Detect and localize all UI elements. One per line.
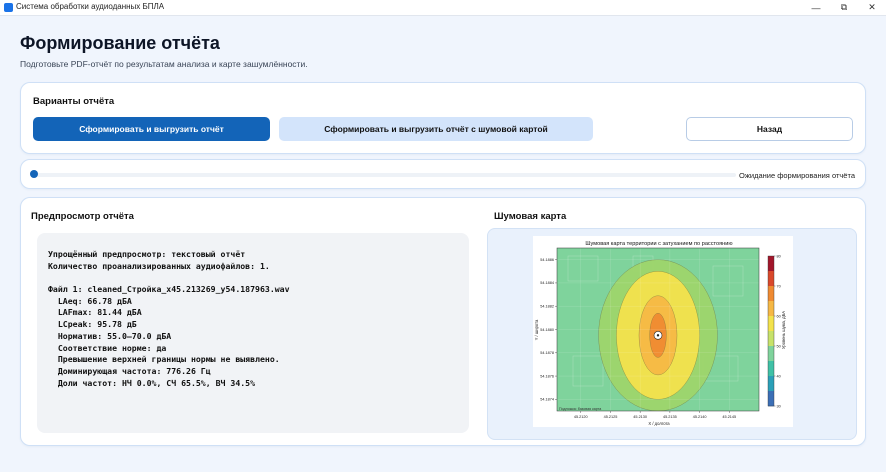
noise-map-image: Шумовая карта территории с затуханием по…: [533, 236, 793, 427]
close-button[interactable]: ✕: [858, 0, 886, 15]
progress-bar: [31, 173, 736, 177]
page-title: Формирование отчёта: [20, 33, 220, 53]
noise-map-chart-title: Шумовая карта территории с затуханием по…: [585, 241, 732, 247]
colorbar-tick-label: 70: [777, 284, 781, 288]
colorbar-tick-label: 30: [777, 404, 781, 408]
noise-source-center: [656, 334, 660, 337]
y-tick-label: 54.1884: [540, 281, 554, 285]
progress-indicator: [30, 170, 38, 178]
report-preview-text: Упрощённый предпросмотр: текстовый отчёт…: [48, 249, 468, 389]
preview-line: LCpeak: 95.78 дБ: [48, 319, 137, 330]
minimize-button[interactable]: —: [802, 0, 830, 15]
y-tick-label: 54.1880: [540, 328, 554, 332]
colorbar-segment: [768, 271, 774, 287]
export-report-with-map-button[interactable]: Сформировать и выгрузить отчёт с шумовой…: [279, 117, 593, 141]
noise-map-chart: Шумовая карта территории с затуханием по…: [534, 241, 786, 426]
y-axis-label: Y / широта: [534, 319, 539, 340]
window-titlebar: Система обработки аудиоданных БПЛА — ⧉ ✕: [0, 0, 886, 16]
x-tick-label: 45.2130: [633, 415, 647, 419]
x-tick-label: 45.2120: [574, 415, 588, 419]
preview-title: Предпросмотр отчёта: [31, 211, 134, 222]
colorbar-segment: [768, 256, 774, 272]
noise-map-title: Шумовая карта: [494, 211, 567, 222]
colorbar-segment: [768, 361, 774, 377]
y-tick-label: 54.1882: [540, 305, 554, 309]
colorbar-segment: [768, 391, 774, 407]
preview-line: LAeq: 66.78 дБА: [48, 295, 132, 306]
colorbar-segment: [768, 346, 774, 362]
y-tick-label: 54.1878: [540, 351, 554, 355]
preview-line: [48, 272, 468, 284]
x-tick-label: 45.2140: [693, 415, 707, 419]
window-title: Система обработки аудиоданных БПЛА: [16, 2, 165, 11]
x-axis-label: X / долгота: [648, 421, 670, 426]
y-tick-label: 54.1876: [540, 374, 554, 378]
colorbar-segment: [768, 316, 774, 332]
y-tick-label: 54.1874: [540, 398, 554, 402]
preview-line: Соответствие норме: да: [48, 342, 167, 353]
x-tick-label: 45.2125: [604, 415, 618, 419]
colorbar-label: Уровень шума, дБА: [781, 311, 786, 349]
preview-line: Превышение верхней границы нормы не выяв…: [48, 354, 280, 365]
preview-line: Доли частот: НЧ 0.0%, СЧ 65.5%, ВЧ 34.5%: [48, 377, 256, 388]
progress-status: Ожидание формирования отчёта: [739, 171, 855, 180]
x-tick-label: 45.2145: [722, 415, 736, 419]
colorbar-segment: [768, 301, 774, 317]
export-report-button[interactable]: Сформировать и выгрузить отчёт: [33, 117, 270, 141]
colorbar-tick-label: 80: [777, 254, 781, 258]
preview-line: Доминирующая частота: 776.26 Гц: [48, 365, 211, 376]
app-icon: [4, 3, 13, 12]
maximize-button[interactable]: ⧉: [830, 0, 858, 15]
x-tick-label: 45.2135: [663, 415, 677, 419]
preview-line: Упрощённый предпросмотр: текстовый отчёт: [48, 249, 246, 259]
colorbar-segment: [768, 376, 774, 392]
colorbar-segment: [768, 331, 774, 347]
variants-title: Варианты отчёта: [33, 96, 115, 107]
preview-line: Количество проанализированных аудиофайло…: [48, 260, 270, 271]
colorbar-segment: [768, 286, 774, 302]
page-subtitle: Подготовьте PDF-отчёт по результатам ана…: [20, 59, 308, 69]
preview-line: Файл 1: cleaned_Стройка_x45.213269_y54.1…: [48, 284, 290, 295]
map-attribution: Подложка: базовая карта: [559, 407, 601, 411]
back-button[interactable]: Назад: [686, 117, 853, 141]
y-tick-label: 54.1886: [540, 258, 554, 262]
preview-line: Норматив: 55.0–70.0 дБА: [48, 330, 172, 341]
preview-line: LAFmax: 81.44 дБА: [48, 307, 142, 318]
colorbar-tick-label: 40: [777, 374, 781, 378]
